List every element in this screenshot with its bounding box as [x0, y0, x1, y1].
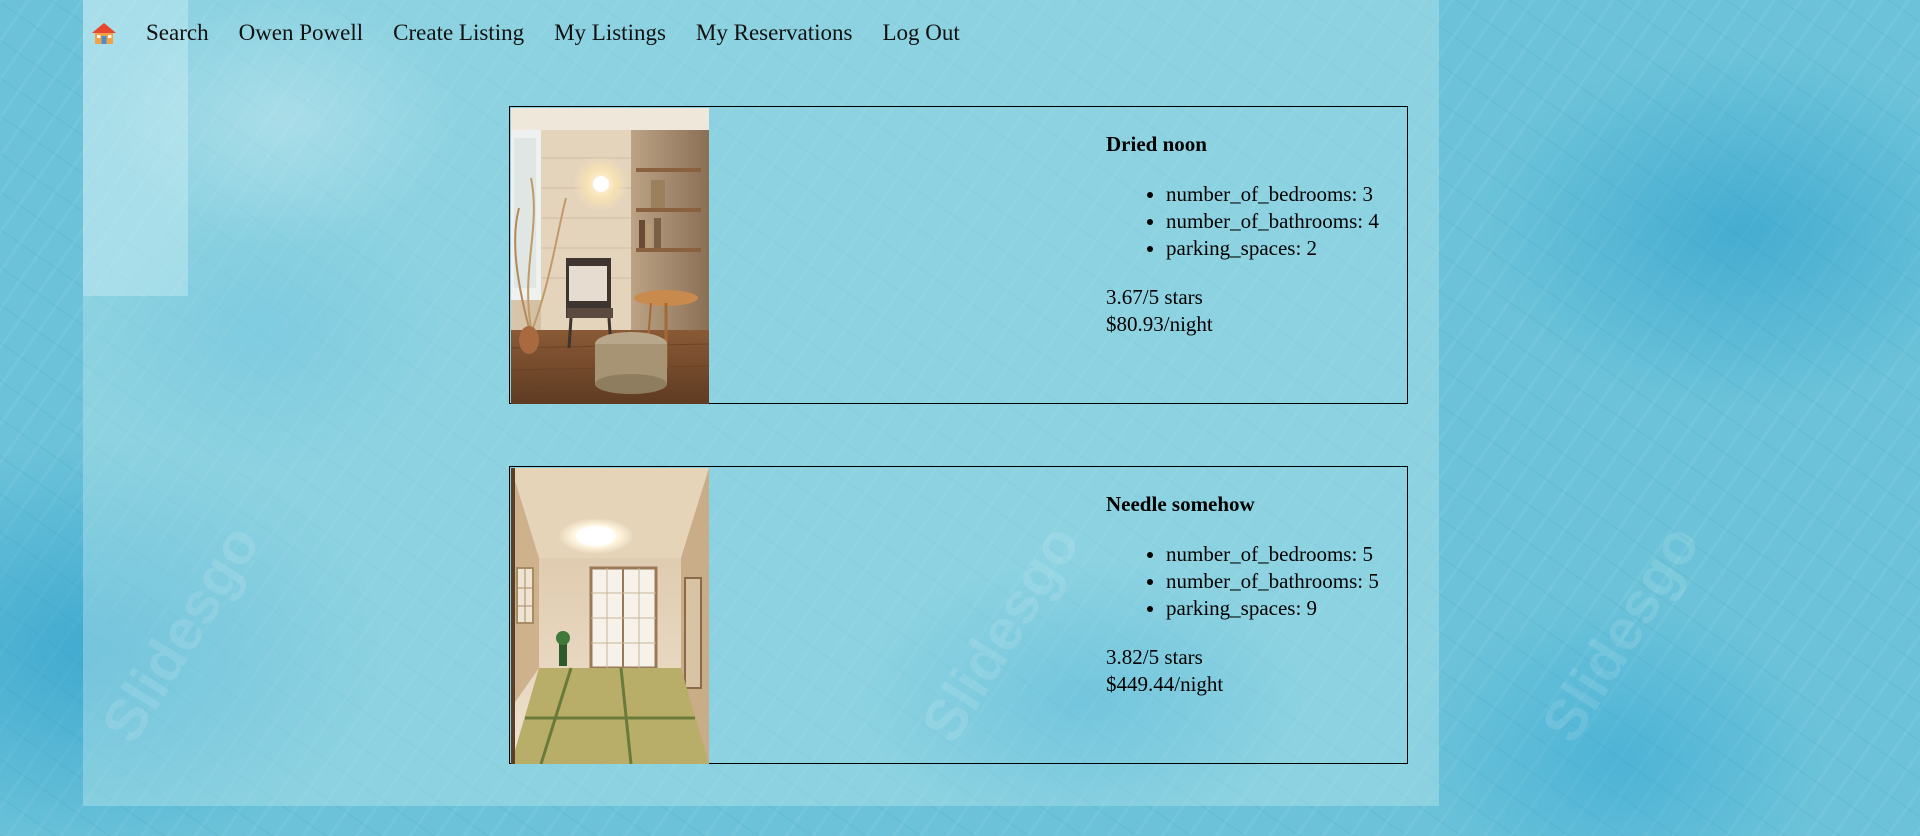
living-room-image	[511, 108, 709, 404]
home-link[interactable]	[90, 19, 118, 47]
listing-price: $449.44/night	[1106, 672, 1224, 696]
listing-price: $80.93/night	[1106, 312, 1213, 336]
listing-card[interactable]: Needle somehow number_of_bedrooms: 5 num…	[509, 466, 1408, 764]
listing-title[interactable]: Dried noon	[1106, 131, 1406, 158]
listing-details-list: number_of_bedrooms: 5 number_of_bathroom…	[1106, 541, 1406, 622]
detail-parking-spaces: parking_spaces: 2	[1166, 235, 1406, 262]
top-navigation: Search Owen Powell Create Listing My Lis…	[90, 18, 990, 48]
listing-details-list: number_of_bedrooms: 3 number_of_bathroom…	[1106, 181, 1406, 262]
listing-rating: 3.82/5 stars	[1106, 645, 1203, 669]
home-icon	[92, 23, 116, 44]
nav-my-listings-link[interactable]: My Listings	[554, 20, 666, 46]
detail-bathrooms: number_of_bathrooms: 4	[1166, 208, 1406, 235]
nav-log-out-link[interactable]: Log Out	[882, 20, 959, 46]
listing-rating: 3.67/5 stars	[1106, 285, 1203, 309]
nav-search-link[interactable]: Search	[146, 20, 209, 46]
listing-photo[interactable]	[511, 468, 709, 764]
nav-profile-link[interactable]: Owen Powell	[239, 20, 364, 46]
listing-card[interactable]: Dried noon number_of_bedrooms: 3 number_…	[509, 106, 1408, 404]
detail-bedrooms: number_of_bedrooms: 3	[1166, 181, 1406, 208]
background-watermark: Slidesgo	[1529, 513, 1713, 754]
detail-bathrooms: number_of_bathrooms: 5	[1166, 568, 1406, 595]
listing-title[interactable]: Needle somehow	[1106, 491, 1406, 518]
listing-info: Needle somehow number_of_bedrooms: 5 num…	[1106, 491, 1406, 698]
listing-info: Dried noon number_of_bedrooms: 3 number_…	[1106, 131, 1406, 338]
detail-bedrooms: number_of_bedrooms: 5	[1166, 541, 1406, 568]
listing-photo[interactable]	[511, 108, 709, 404]
tatami-room-image	[511, 468, 709, 764]
nav-my-reservations-link[interactable]: My Reservations	[696, 20, 853, 46]
nav-create-listing-link[interactable]: Create Listing	[393, 20, 524, 46]
detail-parking-spaces: parking_spaces: 9	[1166, 595, 1406, 622]
